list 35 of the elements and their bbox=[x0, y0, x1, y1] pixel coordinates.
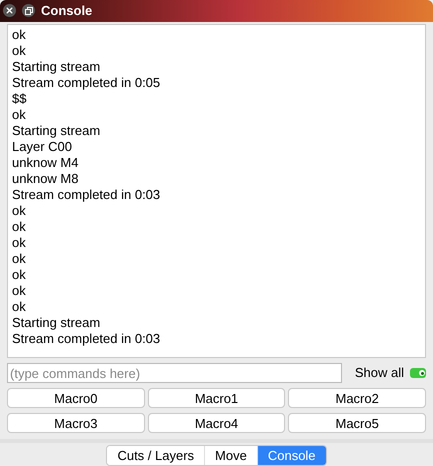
log-line: ok bbox=[12, 298, 27, 315]
close-icon bbox=[5, 6, 14, 16]
log-line: ok bbox=[12, 282, 27, 299]
log-line: Starting stream bbox=[12, 122, 102, 139]
log-line: Stream completed in 0:05 bbox=[12, 74, 162, 91]
macro-button[interactable]: Macro1 bbox=[148, 388, 286, 408]
log-line: ok bbox=[12, 250, 27, 267]
log-line: Stream completed in 0:03 bbox=[12, 186, 162, 203]
macro-button[interactable]: Macro3 bbox=[7, 413, 145, 434]
tab[interactable]: Console bbox=[256, 446, 326, 465]
command-input[interactable]: (type commands here) bbox=[7, 363, 342, 384]
window-title: Console bbox=[41, 2, 92, 20]
show-all-label: Show all bbox=[354, 364, 404, 382]
macro-button[interactable]: Macro2 bbox=[288, 388, 426, 408]
log-line: ok bbox=[12, 202, 27, 219]
macro-button[interactable]: Macro0 bbox=[7, 388, 145, 408]
macro-button[interactable]: Macro5 bbox=[288, 413, 426, 434]
log-line: unknow M8 bbox=[12, 170, 80, 187]
log-line: unknow M4 bbox=[12, 154, 80, 171]
log-line: Starting stream bbox=[12, 58, 102, 75]
macro-button[interactable]: Macro4 bbox=[148, 413, 286, 434]
close-button[interactable] bbox=[3, 4, 16, 18]
restore-icon bbox=[24, 6, 32, 15]
log-line: ok bbox=[12, 218, 27, 235]
log-line: ok bbox=[12, 106, 27, 123]
log-line: Starting stream bbox=[12, 314, 102, 331]
log-line: ok bbox=[12, 266, 27, 283]
show-all-toggle[interactable] bbox=[410, 368, 426, 378]
log-line: ok bbox=[12, 26, 27, 43]
restore-button[interactable] bbox=[22, 4, 35, 18]
log-line: Layer C00 bbox=[12, 138, 73, 155]
log-line: Stream completed in 0:03 bbox=[12, 330, 162, 347]
log-line: ok bbox=[12, 234, 27, 251]
log-line: $$ bbox=[12, 90, 28, 107]
log-line: ok bbox=[12, 42, 27, 59]
